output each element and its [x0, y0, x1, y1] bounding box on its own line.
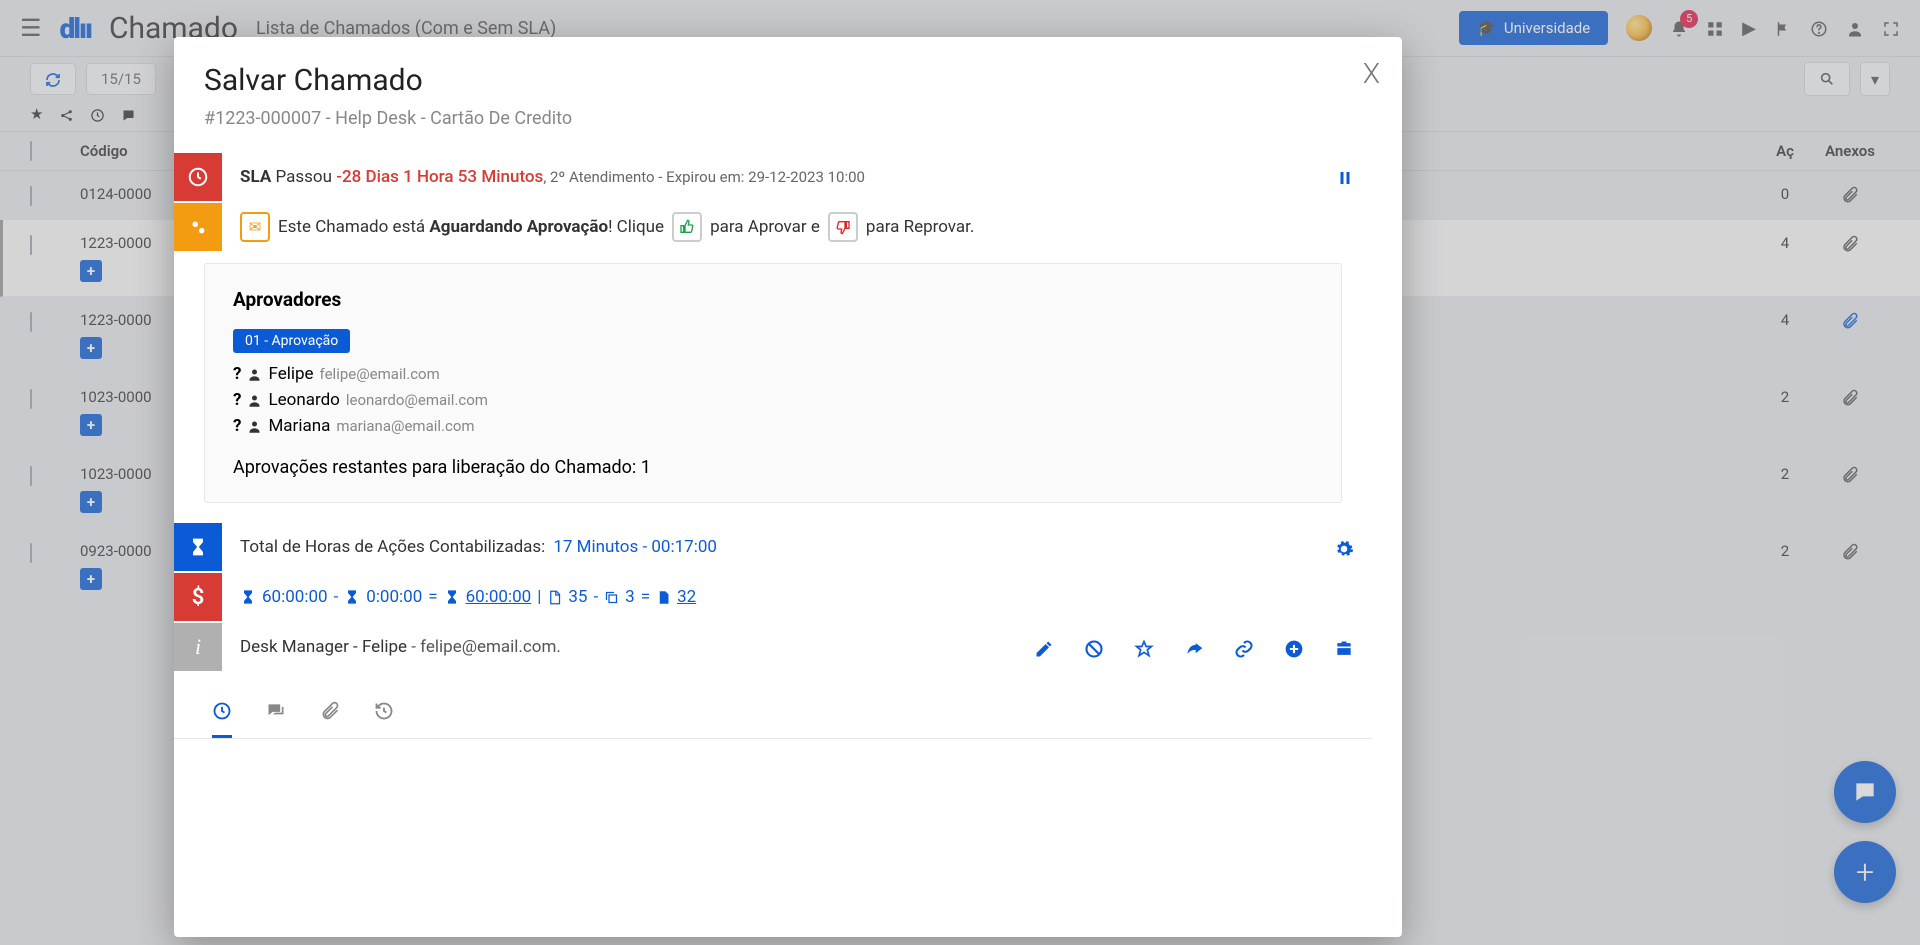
- manager-text: Desk Manager - Felipe - felipe@email.com…: [240, 637, 561, 657]
- cost-net-hours-link[interactable]: 60:00:00: [466, 587, 532, 607]
- approvers-panel: Aprovadores 01 - Aprovação ? Felipe feli…: [204, 263, 1342, 503]
- tab-comments[interactable]: [266, 697, 286, 738]
- hours-row: Total de Horas de Ações Contabilizadas: …: [174, 523, 1372, 571]
- tab-attachments[interactable]: [320, 697, 340, 738]
- file-solid-icon: [656, 590, 671, 605]
- briefcase-button[interactable]: [1334, 635, 1354, 659]
- approver-item: ? Mariana mariana@email.com: [233, 413, 1313, 439]
- person-icon: [247, 364, 262, 384]
- approval-step-chip: 01 - Aprovação: [233, 329, 350, 353]
- modal-tabs: [174, 679, 1372, 739]
- reject-tail: para Reprovar.: [866, 217, 974, 237]
- close-button[interactable]: X: [1363, 57, 1380, 90]
- hours-settings-button[interactable]: [1334, 535, 1354, 559]
- manager-row: i Desk Manager - Felipe - felipe@email.c…: [174, 623, 1372, 671]
- hourglass-small-icon: [240, 589, 256, 605]
- approvers-title: Aprovadores: [233, 288, 1313, 311]
- tab-log[interactable]: [374, 697, 394, 738]
- sla-text: SLA Passou -28 Dias 1 Hora 53 Minutos, 2…: [240, 167, 865, 187]
- approval-gears-icon: [174, 203, 222, 251]
- hourglass-small-icon: [344, 589, 360, 605]
- approver-status-icon: ?: [233, 416, 241, 436]
- dollar-icon: $: [174, 573, 222, 621]
- person-icon: [247, 390, 262, 410]
- add-circle-button[interactable]: [1284, 635, 1304, 659]
- modal-subtitle: #1223-000007 - Help Desk - Cartão De Cre…: [174, 98, 1372, 153]
- pause-button[interactable]: [1336, 167, 1354, 188]
- approver-item: ? Felipe felipe@email.com: [233, 361, 1313, 387]
- approve-tail: para Aprovar e: [710, 217, 820, 237]
- approver-item: ? Leonardo leonardo@email.com: [233, 387, 1313, 413]
- approve-button[interactable]: [672, 212, 702, 242]
- manager-actions: [1034, 635, 1354, 659]
- sla-clock-icon: [174, 153, 222, 201]
- sla-row: SLA Passou -28 Dias 1 Hora 53 Minutos, 2…: [174, 153, 1372, 201]
- cost-net-count-link[interactable]: 32: [677, 587, 696, 607]
- forward-button[interactable]: [1184, 635, 1204, 659]
- hours-value: 17 Minutos - 00:17:00: [553, 537, 717, 557]
- approver-name: Felipe: [268, 364, 313, 384]
- approver-email: mariana@email.com: [336, 417, 474, 435]
- file-icon: [547, 590, 562, 605]
- remaining-approvals: Aprovações restantes para liberação do C…: [233, 457, 1313, 478]
- cost-breakdown: 60:00:00 - 0:00:00 = 60:00:00 | 35 - 3 =…: [222, 587, 1372, 607]
- approval-text: Este Chamado está Aguardando Aprovação! …: [278, 217, 664, 237]
- approver-status-icon: ?: [233, 390, 241, 410]
- reject-button[interactable]: [828, 212, 858, 242]
- save-ticket-modal: X Salvar Chamado #1223-000007 - Help Des…: [174, 37, 1402, 937]
- copy-icon: [604, 590, 619, 605]
- approver-name: Mariana: [268, 416, 330, 436]
- edit-button[interactable]: [1034, 635, 1054, 659]
- hours-label: Total de Horas de Ações Contabilizadas:: [240, 537, 545, 557]
- modal-title: Salvar Chamado: [174, 63, 1372, 98]
- star-button[interactable]: [1134, 635, 1154, 659]
- hourglass-icon: [174, 523, 222, 571]
- hourglass-small-icon: [444, 589, 460, 605]
- approver-email: felipe@email.com: [320, 365, 440, 383]
- link-button[interactable]: [1234, 635, 1254, 659]
- tab-history[interactable]: [212, 697, 232, 738]
- cost-row: $ 60:00:00 - 0:00:00 = 60:00:00 | 35 - 3…: [174, 573, 1372, 621]
- approver-name: Leonardo: [268, 390, 339, 410]
- envelope-icon: ✉: [240, 212, 270, 242]
- person-icon: [247, 416, 262, 436]
- block-button[interactable]: [1084, 635, 1104, 659]
- approver-status-icon: ?: [233, 364, 241, 384]
- info-icon: i: [174, 623, 222, 671]
- approver-email: leonardo@email.com: [346, 391, 488, 409]
- approval-bar: ✉ Este Chamado está Aguardando Aprovação…: [174, 203, 1372, 251]
